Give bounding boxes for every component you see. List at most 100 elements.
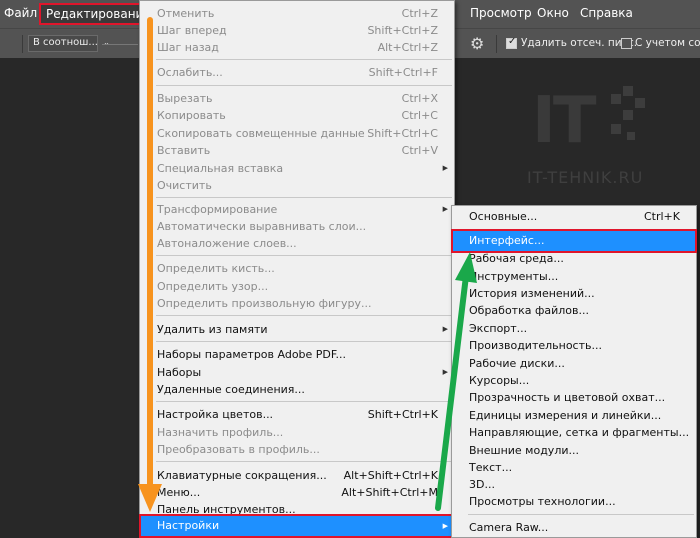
submenu-item-technology-previews[interactable]: Просмотры технологии... bbox=[452, 493, 696, 510]
menu-item-color-settings[interactable]: Настройка цветов... Shift+Ctrl+K bbox=[140, 406, 454, 423]
menu-item-define-brush[interactable]: Определить кисть... bbox=[140, 260, 454, 277]
menu-item-label: Трансформирование bbox=[157, 203, 278, 216]
menu-item-define-shape[interactable]: Определить произвольную фигуру... bbox=[140, 295, 454, 312]
menu-item-label: Производительность... bbox=[469, 339, 602, 352]
menu-item-label: Рабочая среда... bbox=[469, 252, 564, 265]
menu-item-presets[interactable]: Наборы ▶ bbox=[140, 364, 454, 381]
submenu-item-performance[interactable]: Производительность... bbox=[452, 337, 696, 354]
menu-item-define-pattern[interactable]: Определить узор... bbox=[140, 278, 454, 295]
menu-item-label: Назначить профиль... bbox=[157, 426, 284, 439]
menu-item-label: Обработка файлов... bbox=[469, 304, 589, 317]
menu-item-label: Инструменты... bbox=[469, 270, 559, 283]
menu-item-purge[interactable]: Удалить из памяти ▶ bbox=[140, 321, 454, 338]
menu-item-step-forward[interactable]: Шаг вперед Shift+Ctrl+Z bbox=[140, 22, 454, 39]
ratio-width-field[interactable] bbox=[102, 44, 138, 45]
menu-item-remote-connections[interactable]: Удаленные соединения... bbox=[140, 381, 454, 398]
menu-item-keyboard-shortcuts[interactable]: Клавиатурные сокращения... Alt+Shift+Ctrl… bbox=[140, 467, 454, 484]
chevron-down-icon: ⌄ bbox=[103, 38, 110, 47]
menu-item-paste[interactable]: Вставить Ctrl+V bbox=[140, 142, 454, 159]
shortcut: Alt+Shift+Ctrl+K bbox=[343, 469, 438, 482]
menu-item-auto-align[interactable]: Автоматически выравнивать слои... bbox=[140, 218, 454, 235]
menu-view[interactable]: Просмотр bbox=[470, 6, 532, 20]
content-aware-label: С учетом содер bbox=[635, 37, 700, 49]
site-logo: IT IT-TEHNIK.RU bbox=[527, 84, 649, 190]
submenu-item-guides[interactable]: Направляющие, сетка и фрагменты... bbox=[452, 424, 696, 441]
submenu-item-workspace[interactable]: Рабочая среда... bbox=[452, 250, 696, 267]
divider bbox=[496, 35, 497, 53]
menu-help[interactable]: Справка bbox=[580, 6, 633, 20]
shortcut: Ctrl+X bbox=[401, 92, 438, 105]
menu-item-menus[interactable]: Меню... Alt+Shift+Ctrl+M bbox=[140, 484, 454, 501]
menu-item-step-back[interactable]: Шаг назад Alt+Ctrl+Z bbox=[140, 39, 454, 56]
menu-item-fade[interactable]: Ослабить... Shift+Ctrl+F bbox=[140, 64, 454, 81]
menu-item-label: Внешние модули... bbox=[469, 444, 579, 457]
menu-item-label: Ослабить... bbox=[157, 66, 223, 79]
submenu-item-cursors[interactable]: Курсоры... bbox=[452, 372, 696, 389]
menu-item-auto-blend[interactable]: Автоналожение слоев... bbox=[140, 235, 454, 252]
menu-item-paste-special[interactable]: Специальная вставка ▶ bbox=[140, 160, 454, 177]
delete-cropped-checkbox[interactable] bbox=[506, 36, 517, 49]
submenu-item-history[interactable]: История изменений... bbox=[452, 285, 696, 302]
menu-item-assign-profile[interactable]: Назначить профиль... bbox=[140, 424, 454, 441]
logo-pixel bbox=[611, 94, 621, 104]
submenu-item-scratch-disks[interactable]: Рабочие диски... bbox=[452, 355, 696, 372]
delete-cropped-label: Удалить отсеч. пикс. bbox=[521, 37, 638, 49]
menu-item-preferences[interactable]: Настройки ▶ bbox=[139, 514, 455, 538]
menu-item-label: Интерфейс... bbox=[469, 234, 545, 247]
gear-icon[interactable]: ⚙ bbox=[470, 34, 484, 53]
submenu-item-interface[interactable]: Интерфейс... bbox=[451, 229, 697, 253]
menu-item-label: Основные... bbox=[469, 210, 538, 223]
menu-item-clear[interactable]: Очистить bbox=[140, 177, 454, 194]
menu-item-label: Вставить bbox=[157, 144, 211, 157]
menu-item-label: Отменить bbox=[157, 7, 215, 20]
menu-item-label: Шаг вперед bbox=[157, 24, 227, 37]
menu-item-transform[interactable]: Трансформирование ▶ bbox=[140, 201, 454, 218]
menu-item-label: Шаг назад bbox=[157, 41, 219, 54]
menu-item-label: Копировать bbox=[157, 109, 226, 122]
submenu-item-plugins[interactable]: Внешние модули... bbox=[452, 442, 696, 459]
menu-item-copy[interactable]: Копировать Ctrl+C bbox=[140, 107, 454, 124]
shortcut: Shift+Ctrl+K bbox=[367, 408, 438, 421]
shortcut: Ctrl+V bbox=[401, 144, 438, 157]
menu-item-pdf-presets[interactable]: Наборы параметров Adobe PDF... bbox=[140, 346, 454, 363]
menu-item-cut[interactable]: Вырезать Ctrl+X bbox=[140, 90, 454, 107]
ratio-dropdown[interactable]: В соотнош... ⌄ bbox=[28, 35, 110, 52]
logo-caption: IT-TEHNIK.RU bbox=[527, 168, 644, 187]
submenu-item-export[interactable]: Экспорт... bbox=[452, 320, 696, 337]
menu-item-copy-merged[interactable]: Скопировать совмещенные данные Shift+Ctrl… bbox=[140, 125, 454, 142]
submenu-item-units[interactable]: Единицы измерения и линейки... bbox=[452, 407, 696, 424]
logo-letters: IT bbox=[532, 84, 596, 158]
content-aware-checkbox[interactable] bbox=[621, 38, 632, 49]
menu-file[interactable]: Файл bbox=[4, 6, 37, 20]
menu-item-label: Прозрачность и цветовой охват... bbox=[469, 391, 666, 404]
divider bbox=[156, 341, 452, 342]
ratio-dropdown-label: В соотнош... bbox=[33, 37, 98, 48]
shortcut: Ctrl+C bbox=[401, 109, 438, 122]
submenu-item-transparency[interactable]: Прозрачность и цветовой охват... bbox=[452, 389, 696, 406]
menu-item-label: Camera Raw... bbox=[469, 521, 549, 534]
menu-item-label: Автоналожение слоев... bbox=[157, 237, 297, 250]
menu-item-label: Клавиатурные сокращения... bbox=[157, 469, 327, 482]
shortcut: Ctrl+K bbox=[643, 210, 680, 223]
menu-item-convert-profile[interactable]: Преобразовать в профиль... bbox=[140, 441, 454, 458]
submenu-item-type[interactable]: Текст... bbox=[452, 459, 696, 476]
submenu-item-camera-raw[interactable]: Camera Raw... bbox=[452, 519, 696, 536]
menu-item-label: Вырезать bbox=[157, 92, 213, 105]
logo-pixel bbox=[623, 110, 633, 120]
divider bbox=[156, 461, 452, 462]
menu-item-label: Просмотры технологии... bbox=[469, 495, 616, 508]
menu-item-label: Определить произвольную фигуру... bbox=[157, 297, 372, 310]
submenu-item-tools[interactable]: Инструменты... bbox=[452, 268, 696, 285]
submenu-item-3d[interactable]: 3D... bbox=[452, 476, 696, 493]
submenu-item-file-handling[interactable]: Обработка файлов... bbox=[452, 302, 696, 319]
divider bbox=[156, 315, 452, 316]
submenu-arrow-icon: ▶ bbox=[442, 205, 448, 213]
menu-item-label: Экспорт... bbox=[469, 322, 528, 335]
logo-pixel bbox=[623, 86, 633, 96]
menu-window[interactable]: Окно bbox=[537, 6, 569, 20]
menu-item-label: Настройки bbox=[157, 519, 220, 532]
shortcut: Alt+Shift+Ctrl+M bbox=[341, 486, 438, 499]
submenu-item-general[interactable]: Основные... Ctrl+K bbox=[452, 208, 696, 225]
menu-item-label: Наборы bbox=[157, 366, 202, 379]
menu-item-undo[interactable]: Отменить Ctrl+Z bbox=[140, 5, 454, 22]
